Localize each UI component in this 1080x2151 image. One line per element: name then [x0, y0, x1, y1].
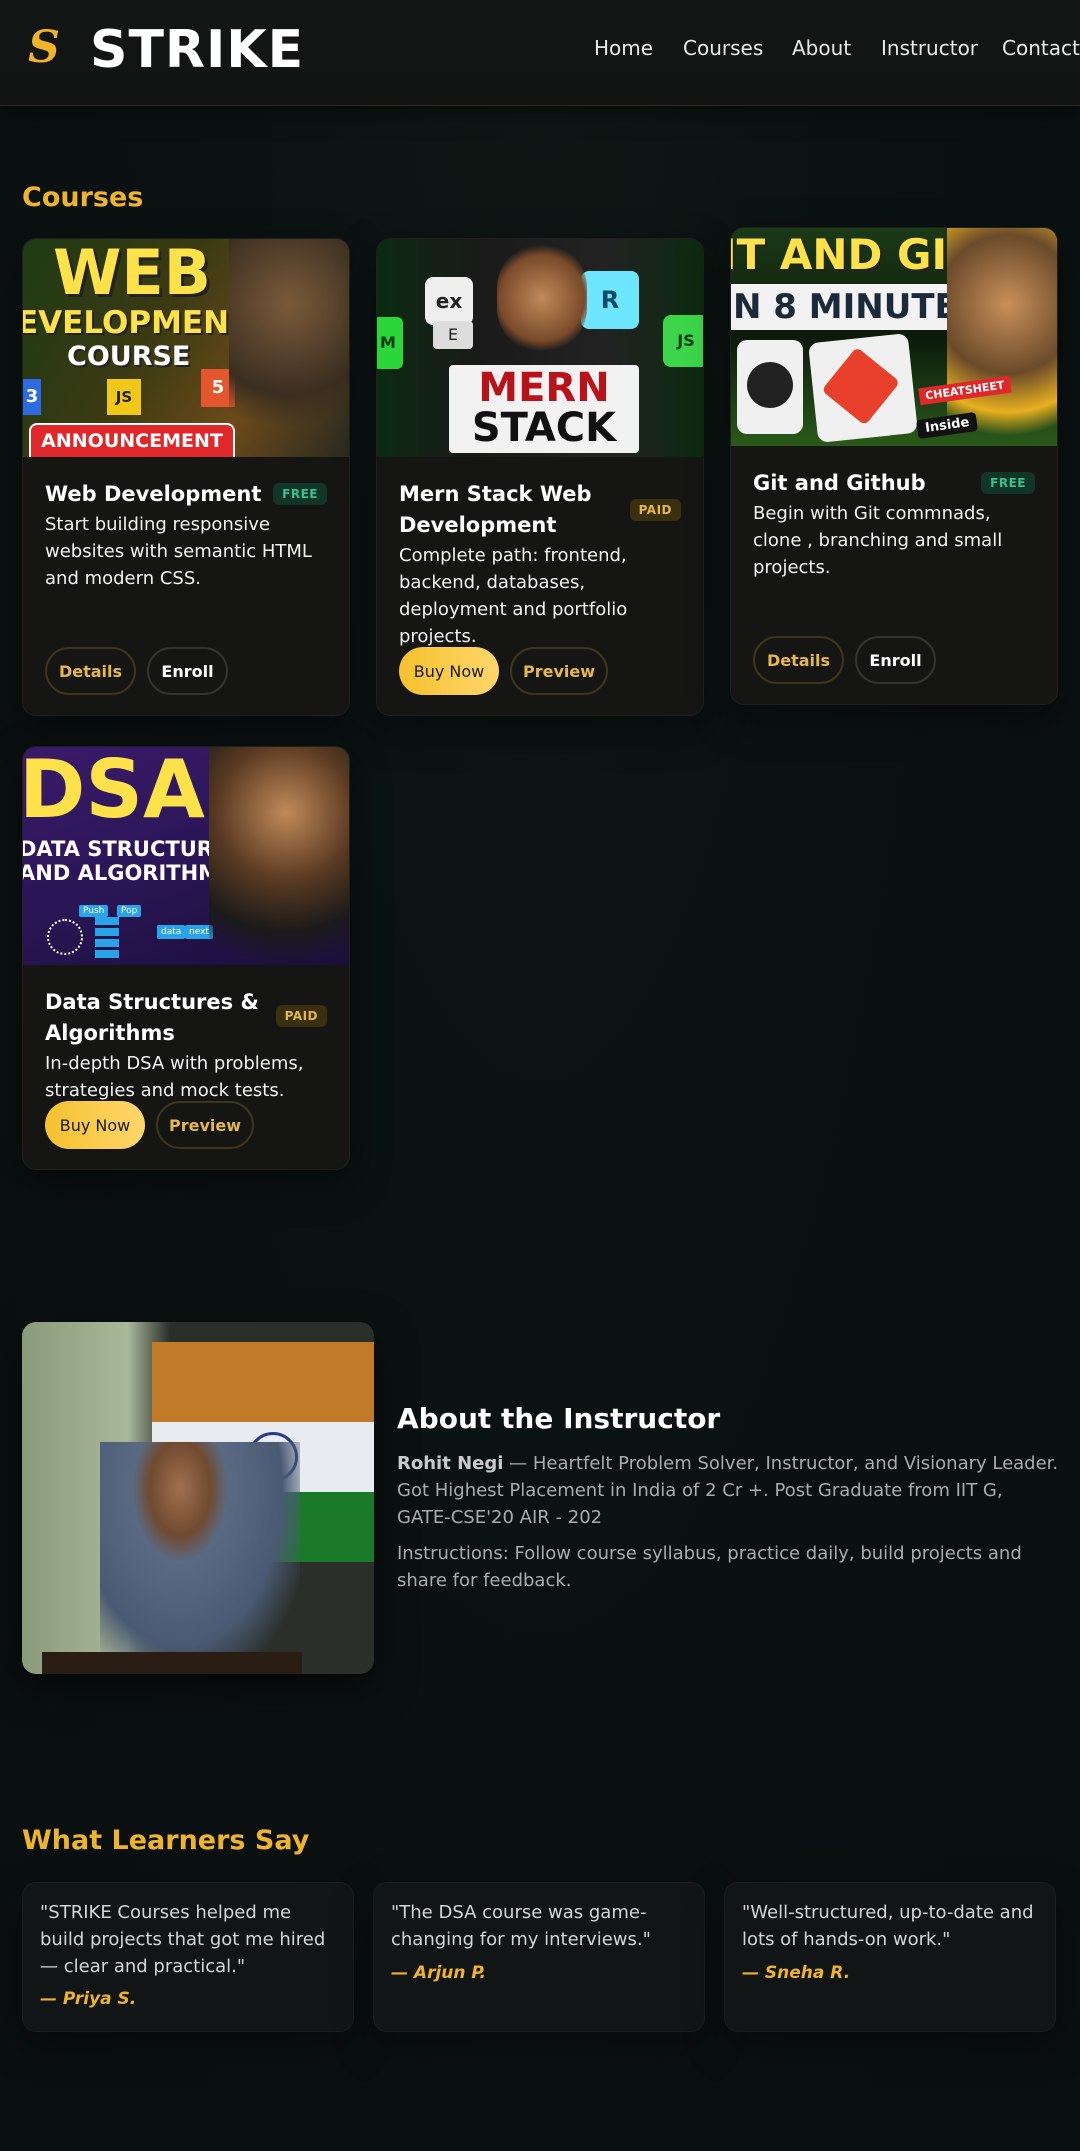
- preview-button[interactable]: Preview: [510, 647, 608, 695]
- course-thumbnail-mern[interactable]: ex E R JS M MERN STACK: [377, 239, 703, 457]
- testimonial-quote: "STRIKE Courses helped me build projects…: [40, 1902, 326, 1977]
- course-description: Start building responsive websites with …: [45, 514, 312, 589]
- react-icon: R: [581, 271, 639, 329]
- enroll-button[interactable]: Enroll: [147, 647, 228, 695]
- buy-now-button[interactable]: Buy Now: [399, 647, 499, 695]
- css-logo-icon: 3: [23, 379, 41, 415]
- instructor-name: Rohit Negi: [397, 1453, 504, 1474]
- main-nav: Home Courses About Instructor Contact: [0, 36, 1080, 62]
- thumb-text: MERN: [478, 365, 610, 411]
- nav-courses[interactable]: Courses: [683, 36, 763, 60]
- thumb-text: DSA: [23, 747, 205, 836]
- instructor-image: [497, 243, 587, 353]
- details-button[interactable]: Details: [45, 647, 136, 695]
- course-card-web-development: WEB EVELOPMENT COURSE 3 JS 5 ANNOUNCEMEN…: [22, 238, 350, 716]
- testimonial-card: "STRIKE Courses helped me build projects…: [22, 1882, 354, 2032]
- course-thumbnail-dsa[interactable]: DSA DATA STRUCTURES AND ALGORITHMS Push …: [23, 747, 349, 965]
- git-icon: [808, 333, 918, 443]
- paid-badge: PAID: [629, 499, 681, 521]
- testimonial-card: "Well-structured, up-to-date and lots of…: [724, 1882, 1056, 2032]
- github-icon: [737, 340, 803, 434]
- course-title: Web Development: [45, 482, 262, 506]
- nodejs-icon: JS: [663, 315, 703, 367]
- key-e: E: [433, 321, 473, 349]
- instructor-image: [229, 239, 349, 457]
- testimonial-author: — Arjun P.: [391, 1963, 486, 1983]
- push-chip: Push: [79, 905, 109, 917]
- announcement-banner: ANNOUNCEMENT: [29, 423, 235, 457]
- testimonial-quote: "The DSA course was game-changing for my…: [391, 1902, 651, 1950]
- testimonial-quote: "Well-structured, up-to-date and lots of…: [742, 1902, 1034, 1950]
- details-button[interactable]: Details: [753, 636, 844, 684]
- podium: [42, 1652, 302, 1674]
- course-title: Data Structures & Algorithms: [45, 990, 259, 1045]
- enroll-button[interactable]: Enroll: [855, 636, 936, 684]
- course-description: Begin with Git commnads, clone , branchi…: [753, 503, 1003, 578]
- testimonial-card: "The DSA course was game-changing for my…: [373, 1882, 705, 2032]
- course-card-git-github: IT AND GITHUB N 8 MINUTES CHEATSHEET Ins…: [730, 227, 1058, 705]
- paid-badge: PAID: [275, 1005, 327, 1027]
- nav-home[interactable]: Home: [594, 36, 653, 60]
- instructor-image: [209, 747, 349, 965]
- testimonials-heading: What Learners Say: [22, 1825, 310, 1856]
- nav-about[interactable]: About: [792, 36, 851, 60]
- flag-saffron: [152, 1342, 374, 1422]
- course-description: In-depth DSA with problems, strategies a…: [45, 1053, 304, 1101]
- testimonial-author: — Sneha R.: [742, 1963, 851, 1983]
- buy-now-button[interactable]: Buy Now: [45, 1101, 145, 1149]
- thumb-text: WEB: [53, 239, 211, 309]
- site-header: S STRIKE Home Courses About Instructor C…: [0, 0, 1080, 106]
- thumb-text: EVELOPMENT: [23, 305, 251, 341]
- about-instructions: Instructions: Follow course syllabus, pr…: [397, 1543, 1022, 1591]
- about-bio: Rohit Negi — Heartfelt Problem Solver, I…: [397, 1450, 1062, 1531]
- course-card-mern-stack: ex E R JS M MERN STACK Mern Stack Web De…: [376, 238, 704, 716]
- free-badge: FREE: [273, 483, 327, 505]
- thumb-text: AND ALGORITHMS: [23, 861, 235, 885]
- instructor-figure: [100, 1442, 300, 1674]
- mongodb-icon: M: [377, 317, 403, 369]
- course-title: Git and Github: [753, 471, 926, 495]
- express-icon: ex: [425, 277, 473, 325]
- nav-instructor[interactable]: Instructor: [881, 36, 978, 60]
- course-card-dsa: DSA DATA STRUCTURES AND ALGORITHMS Push …: [22, 746, 350, 1170]
- js-logo-icon: JS: [107, 379, 141, 415]
- thumb-text: N 8 MINUTES: [731, 284, 982, 330]
- course-title: Mern Stack Web Development: [399, 482, 592, 537]
- thumb-text: COURSE: [67, 341, 191, 372]
- thumb-text: STACK: [471, 405, 617, 451]
- course-description: Complete path: frontend, backend, databa…: [399, 545, 628, 647]
- data-chip: data: [157, 925, 186, 939]
- pop-chip: Pop: [117, 905, 142, 917]
- nav-contact[interactable]: Contact: [1002, 36, 1080, 60]
- courses-heading: Courses: [22, 182, 144, 213]
- preview-button[interactable]: Preview: [156, 1101, 254, 1149]
- course-thumbnail-git[interactable]: IT AND GITHUB N 8 MINUTES CHEATSHEET Ins…: [731, 228, 1057, 446]
- tree-icon: [47, 919, 83, 955]
- free-badge: FREE: [981, 472, 1035, 494]
- stack-icon: [95, 917, 119, 961]
- course-thumbnail-web[interactable]: WEB EVELOPMENT COURSE 3 JS 5 ANNOUNCEMEN…: [23, 239, 349, 457]
- about-heading: About the Instructor: [397, 1402, 721, 1435]
- testimonial-author: — Priya S.: [40, 1989, 137, 2009]
- instructor-photo: [22, 1322, 374, 1674]
